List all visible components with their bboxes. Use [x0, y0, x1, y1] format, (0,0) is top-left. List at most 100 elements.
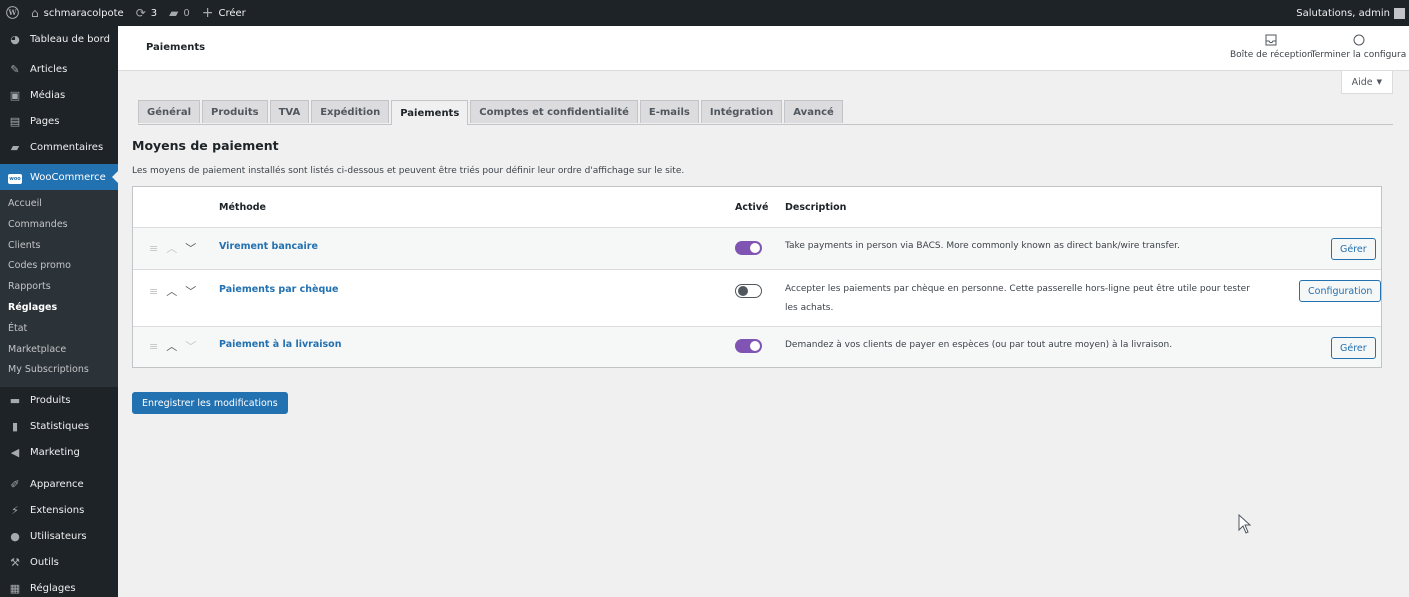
menu-label: Extensions	[30, 504, 85, 516]
brush-icon: ✐	[10, 477, 20, 491]
menu-extensions[interactable]: ⚡ Extensions	[0, 497, 118, 523]
megaphone-icon: ◀	[10, 445, 20, 459]
move-up-icon[interactable]: ︿	[166, 283, 177, 299]
method-name-link[interactable]: Paiement à la livraison	[219, 339, 341, 350]
tab-tva[interactable]: TVA	[269, 100, 310, 123]
wordpress-logo-button[interactable]: W	[0, 0, 25, 26]
avatar	[1394, 7, 1405, 19]
toggle-knob	[737, 285, 748, 296]
table-header: Méthode Activé Description	[133, 187, 1381, 228]
move-down-icon[interactable]: ﹀	[185, 283, 196, 299]
method-description: Demandez à vos clients de payer en espèc…	[785, 340, 1173, 350]
admin-sidebar: ◕ Tableau de bord ✎ Articles ▣ Médias ▤ …	[0, 26, 118, 597]
submenu-marketplace[interactable]: Marketplace	[0, 340, 118, 361]
new-content-label: Créer	[218, 7, 246, 19]
tab-comptes[interactable]: Comptes et confidentialité	[470, 100, 638, 123]
menu-users[interactable]: ● Utilisateurs	[0, 523, 118, 549]
manage-button[interactable]: Gérer	[1331, 337, 1376, 359]
column-method: Méthode	[219, 202, 266, 213]
enabled-toggle[interactable]	[735, 339, 762, 353]
tab-integration[interactable]: Intégration	[700, 100, 783, 123]
method-name-link[interactable]: Virement bancaire	[219, 241, 318, 252]
menu-comments[interactable]: ▰ Commentaires	[0, 134, 118, 160]
comments-link[interactable]: ▰ 0	[163, 0, 196, 26]
plugin-icon: ⚡	[11, 503, 19, 517]
admin-bar: W ⌂ schmaracolpote ⟳ 3 ▰ 0 + Créer Salut…	[0, 0, 1409, 26]
tab-emails[interactable]: E-mails	[639, 100, 699, 123]
move-up-icon: ︿	[166, 242, 178, 255]
menu-marketing[interactable]: ◀ Marketing	[0, 439, 118, 465]
enabled-toggle[interactable]	[735, 284, 762, 298]
menu-tools[interactable]: ⚒ Outils	[0, 549, 118, 575]
toggle-knob	[750, 341, 760, 351]
menu-settings[interactable]: ▦ Réglages	[0, 575, 118, 597]
site-name: schmaracolpote	[43, 7, 124, 19]
move-down-icon: ﹀	[185, 340, 197, 353]
menu-media[interactable]: ▣ Médias	[0, 82, 118, 108]
submenu-reglages[interactable]: Réglages	[0, 298, 118, 319]
tab-avance[interactable]: Avancé	[784, 100, 843, 123]
menu-pages[interactable]: ▤ Pages	[0, 108, 118, 134]
drag-handle-icon[interactable]: ≡	[149, 285, 158, 298]
menu-label: Médias	[30, 89, 66, 101]
drag-handle-icon[interactable]: ≡	[149, 242, 158, 255]
my-account[interactable]: Salutations, admin	[1296, 0, 1409, 26]
menu-woocommerce[interactable]: woo WooCommerce	[0, 164, 118, 190]
page-title: Paiements	[146, 42, 206, 53]
move-up-icon[interactable]: ︿	[166, 338, 177, 354]
table-row: ≡ ︿ ﹀ Paiements par chèque Accepter les …	[133, 270, 1382, 327]
submenu-codes-promo[interactable]: Codes promo	[0, 256, 118, 277]
inbox-label: Boîte de réception	[1230, 50, 1313, 60]
enabled-toggle[interactable]	[735, 241, 762, 255]
tab-general[interactable]: Général	[138, 100, 200, 123]
method-description: Take payments in person via BACS. More c…	[785, 241, 1180, 251]
submenu-commandes[interactable]: Commandes	[0, 215, 118, 236]
tab-paiements[interactable]: Paiements	[391, 100, 469, 125]
new-content-link[interactable]: + Créer	[196, 0, 252, 26]
submenu-etat[interactable]: État	[0, 319, 118, 340]
menu-products[interactable]: ▬ Produits	[0, 387, 118, 413]
finish-setup-label: Terminer la configura	[1310, 50, 1407, 60]
users-icon: ●	[10, 529, 20, 543]
dashboard-icon: ◕	[10, 32, 20, 46]
wordpress-logo-icon: W	[6, 5, 19, 21]
svg-text:W: W	[7, 8, 17, 17]
inbox-button[interactable]: Boîte de réception	[1230, 34, 1313, 60]
column-description: Description	[785, 202, 847, 213]
caret-down-icon: ▼	[1376, 78, 1382, 86]
toggle-knob	[750, 243, 760, 253]
menu-dashboard[interactable]: ◕ Tableau de bord	[0, 26, 118, 52]
page-header: Paiements Boîte de réception Terminer la…	[118, 26, 1409, 71]
site-name-link[interactable]: ⌂ schmaracolpote	[25, 0, 130, 26]
sort-controls: ≡ ︿ ﹀	[149, 240, 196, 256]
configuration-button[interactable]: Configuration	[1299, 280, 1382, 302]
menu-statistics[interactable]: ▮ Statistiques	[0, 413, 118, 439]
updates-link[interactable]: ⟳ 3	[130, 0, 163, 26]
menu-appearance[interactable]: ✐ Apparence	[0, 471, 118, 497]
save-changes-button[interactable]: Enregistrer les modifications	[132, 392, 288, 414]
wrench-icon: ⚒	[10, 555, 20, 569]
move-down-icon[interactable]: ﹀	[185, 240, 196, 256]
submenu-accueil[interactable]: Accueil	[0, 194, 118, 215]
table-row: ≡ ︿ ﹀ Virement bancaire Take payments in…	[133, 228, 1381, 270]
menu-label: Apparence	[30, 478, 84, 490]
manage-button[interactable]: Gérer	[1331, 238, 1376, 260]
help-tab-button[interactable]: Aide ▼	[1340, 71, 1393, 94]
submenu-rapports[interactable]: Rapports	[0, 277, 118, 298]
plus-icon: +	[201, 5, 214, 21]
tab-expedition[interactable]: Expédition	[311, 100, 390, 123]
submenu-clients[interactable]: Clients	[0, 236, 118, 257]
menu-label: Réglages	[30, 582, 76, 594]
progress-circle-icon	[1308, 34, 1409, 50]
method-name-link[interactable]: Paiements par chèque	[219, 284, 338, 295]
tab-produits[interactable]: Produits	[202, 100, 268, 123]
media-icon: ▣	[9, 88, 21, 102]
greeting: Salutations, admin	[1296, 7, 1390, 19]
woo-logo-text: woo	[8, 174, 22, 184]
menu-label: Marketing	[30, 446, 80, 458]
finish-setup-button[interactable]: Terminer la configura	[1308, 34, 1409, 60]
help-label: Aide	[1351, 76, 1373, 88]
menu-articles[interactable]: ✎ Articles	[0, 56, 118, 82]
drag-handle-icon[interactable]: ≡	[149, 340, 158, 353]
submenu-my-subscriptions[interactable]: My Subscriptions	[0, 360, 118, 381]
